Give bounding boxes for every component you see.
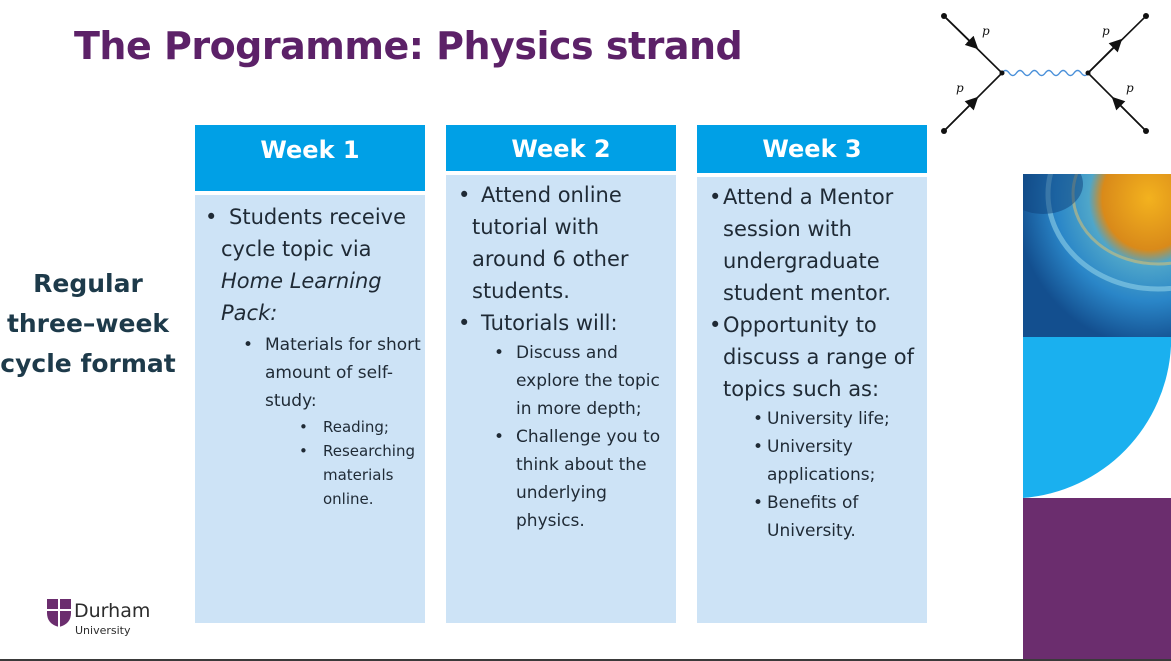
list-item: Students receive cycle topic via Home Le… <box>195 201 421 511</box>
list-item: Opportunity to discuss a range of topics… <box>697 309 925 545</box>
cell-image <box>1023 174 1171 337</box>
week-1-content: Students receive cycle topic via Home Le… <box>195 195 425 623</box>
blue-quarter-circle <box>1023 337 1171 498</box>
list-item: Attend online tutorial with around 6 oth… <box>446 179 672 307</box>
list-item: Tutorials will: Discuss and explore the … <box>446 307 672 535</box>
particle-label: p <box>982 24 990 38</box>
week-2-heading: Week 2 <box>446 125 676 171</box>
list-item: Attend a Mentor session with undergradua… <box>697 181 925 309</box>
particle-label: p <box>1102 24 1110 38</box>
crest-icon <box>47 599 71 627</box>
list-item: Benefits of University. <box>723 489 925 545</box>
cell-image-panel <box>1023 174 1171 337</box>
logo-name: Durham <box>74 600 151 622</box>
cycle-format-label: Regular three–week cycle format <box>0 269 176 378</box>
fermion-line <box>1111 96 1147 132</box>
list-item: Materials for short amount of self-study… <box>221 331 421 511</box>
logo-sub: University <box>75 624 131 637</box>
list-item: University applications; <box>723 433 925 489</box>
list-item: University life; <box>723 405 925 433</box>
week-3-heading: Week 3 <box>697 125 927 173</box>
purple-block <box>1023 498 1171 661</box>
slide-title: The Programme: Physics strand <box>74 24 743 68</box>
list-item: Discuss and explore the topic in more de… <box>472 339 672 423</box>
fermion-line <box>943 15 979 50</box>
fermion-line <box>1087 38 1123 74</box>
fermion-line <box>943 96 979 132</box>
week-1-heading: Week 1 <box>195 125 425 191</box>
durham-logo: Durham University <box>46 598 150 637</box>
particle-label: p <box>956 81 964 95</box>
feynman-diagram: p p p p <box>941 13 1149 134</box>
week-3-content: Attend a Mentor session with undergradua… <box>697 177 927 623</box>
list-item: Challenge you to think about the underly… <box>472 423 672 535</box>
photon-line <box>1001 69 1089 77</box>
particle-label: p <box>1126 81 1134 95</box>
list-item: Reading; <box>265 415 421 439</box>
week-2-content: Attend online tutorial with around 6 oth… <box>446 175 676 623</box>
list-item: Researching materials online. <box>265 439 421 511</box>
